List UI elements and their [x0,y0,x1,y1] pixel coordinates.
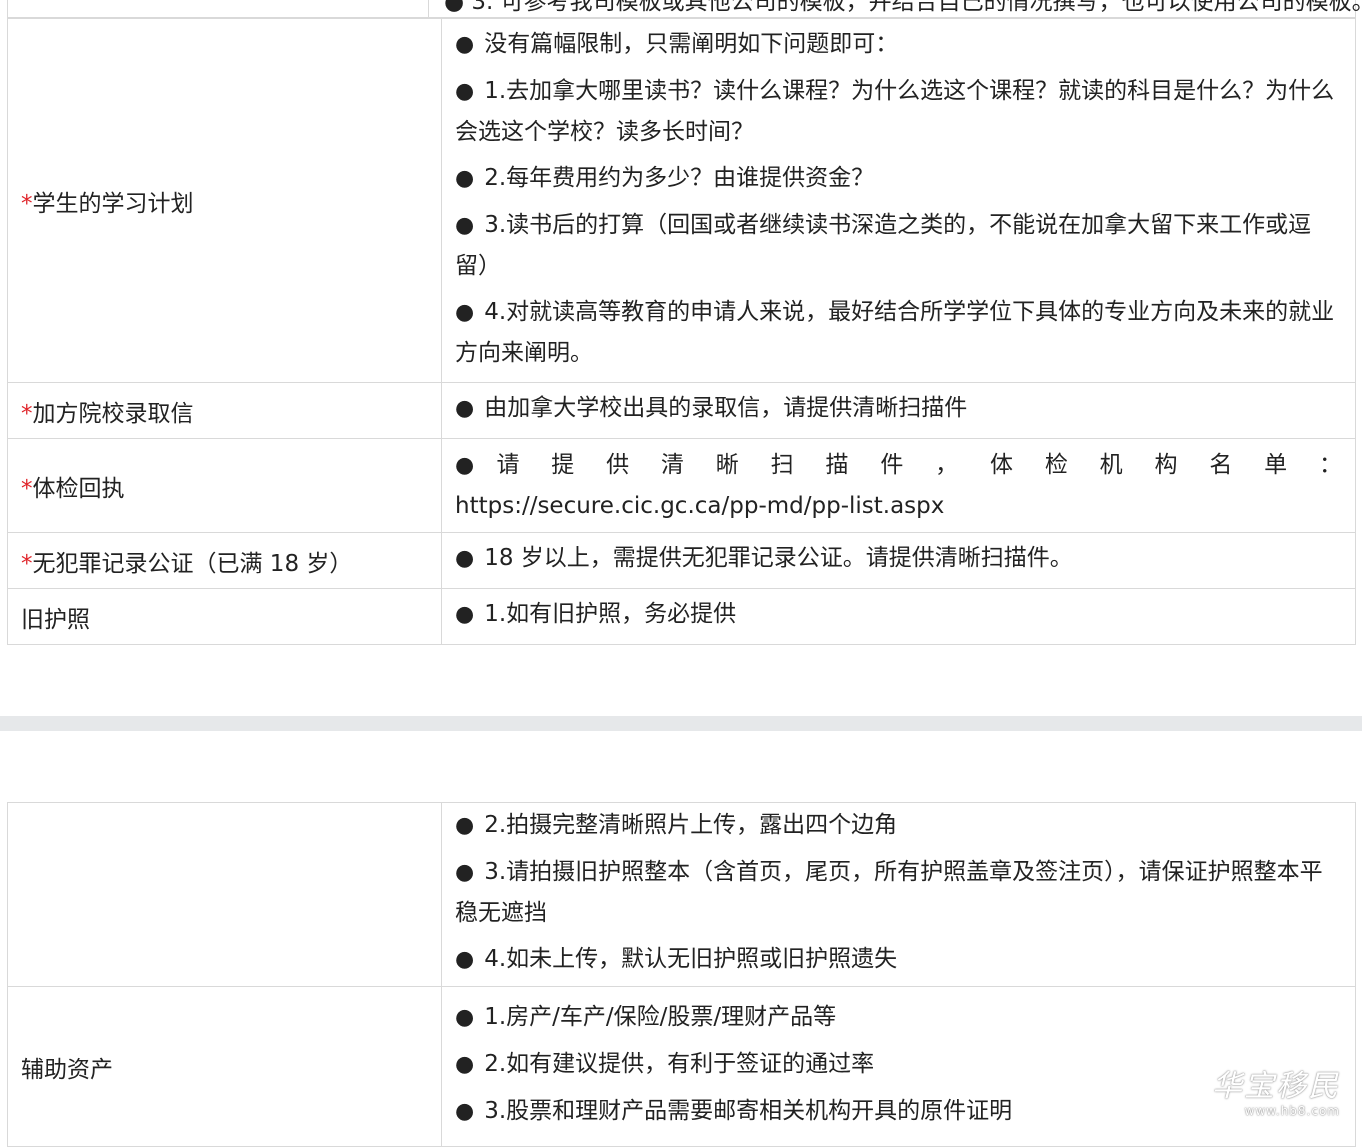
table-row: 辅助资产 ● 1.房产/车产/保险/股票/理财产品等 ● 2.如有建议提供，有利于签… [7,986,1356,1147]
list-item: ● 由加拿大学校出具的录取信，请提供清晰扫描件 [455,395,968,421]
row-label [7,802,442,987]
list-item: ● 3.读书后的打算（回国或者继续读书深造之类的，不能说在加拿大留下来工作或逗留） [455,212,1312,279]
row-content: ● 2.拍摄完整清晰照片上传，露出四个边角 ● 3.请拍摄旧护照整本（含首页，尾页，… [441,802,1356,987]
table-row: ● 2.拍摄完整清晰照片上传，露出四个边角 ● 3.请拍摄旧护照整本（含首页，尾页，… [7,802,1356,987]
watermark-url: www.hb8.com [1244,1104,1340,1118]
list-item: ● 请 提 供 清 晰 扫 描 件 ， 体 检 机 构 名 单 ： [455,452,1342,478]
row-label: 辅助资产 [7,986,442,1147]
row-label: *加方院校录取信 [7,382,442,439]
table-row: *无犯罪记录公证（已满 18 岁） ● 18 岁以上，需提供无犯罪记录公证。请提供… [7,532,1356,589]
label-text: 学生的学习计划 [32,190,194,217]
list-item: ● 3.股票和理财产品需要邮寄相关机构开具的原件证明 [455,1098,1013,1124]
section-divider [0,716,1362,731]
row-content: ● 没有篇幅限制，只需阐明如下问题即可： ● 1.去加拿大哪里读书？读什么课程？为什… [441,18,1356,383]
partial-top-text: ● 3. 可参考我司模板或其他公司的模板，并结合自己的情况撰写，也可以使用公司的… [444,0,1362,15]
list-item: ● 1.如有旧护照，务必提供 [455,601,737,627]
list-item: ● 18 岁以上，需提供无犯罪记录公证。请提供清晰扫描件。 [455,545,1073,571]
watermark-logo: 华宝移民 www.hb8.com [1212,1069,1340,1119]
row-content: ● 由加拿大学校出具的录取信，请提供清晰扫描件 [441,382,1356,439]
watermark-text: 华宝移民 [1212,1069,1340,1104]
requirements-table-2: ● 2.拍摄完整清晰照片上传，露出四个边角 ● 3.请拍摄旧护照整本（含首页，尾页，… [7,802,1356,1147]
row-content: ● 18 岁以上，需提供无犯罪记录公证。请提供清晰扫描件。 [441,532,1356,589]
row-content: ● 1.房产/车产/保险/股票/理财产品等 ● 2.如有建议提供，有利于签证的通过率… [441,986,1356,1147]
table-row: 旧护照 ● 1.如有旧护照，务必提供 [7,588,1356,645]
list-item: ● 1.去加拿大哪里读书？读什么课程？为什么选这个课程？就读的科目是什么？为什么会… [455,78,1335,145]
list-item: ● 2.如有建议提供，有利于签证的通过率 [455,1051,875,1077]
list-item: ● 2.拍摄完整清晰照片上传，露出四个边角 [455,812,898,838]
list-item: ● 2.每年费用约为多少？由谁提供资金？ [455,165,875,191]
requirements-table-1: *学生的学习计划 ● 没有篇幅限制，只需阐明如下问题即可： ● 1.去加拿大哪里读书… [7,18,1356,645]
partial-top-row: ● 3. 可参考我司模板或其他公司的模板，并结合自己的情况撰写，也可以使用公司的… [7,0,1362,18]
required-star: * [21,190,33,217]
list-item: ● 3.请拍摄旧护照整本（含首页，尾页，所有护照盖章及签注页），请保证护照整本平稳… [455,859,1323,926]
table-row: *体检回执 ● 请 提 供 清 晰 扫 描 件 ， 体 检 机 构 名 单 ： h… [7,438,1356,533]
table-row: *学生的学习计划 ● 没有篇幅限制，只需阐明如下问题即可： ● 1.去加拿大哪里读书… [7,18,1356,383]
list-item: ● 1.房产/车产/保险/股票/理财产品等 [455,1004,837,1030]
list-item: ● 4.如未上传，默认无旧护照或旧护照遗失 [455,946,898,972]
row-label: *无犯罪记录公证（已满 18 岁） [7,532,442,589]
cell-divider [428,0,429,17]
list-item: ● 4.对就读高等教育的申请人来说，最好结合所学学位下具体的专业方向及未来的就业方… [455,299,1335,366]
row-label: 旧护照 [7,588,442,645]
list-item: ● 没有篇幅限制，只需阐明如下问题即可： [455,31,899,57]
row-label: *体检回执 [7,438,442,533]
row-label: *学生的学习计划 [7,18,442,383]
row-content: ● 请 提 供 清 晰 扫 描 件 ， 体 检 机 构 名 单 ： https:/… [441,438,1356,533]
table-row: *加方院校录取信 ● 由加拿大学校出具的录取信，请提供清晰扫描件 [7,382,1356,439]
url-text: https://secure.cic.gc.ca/pp-md/pp-list.a… [455,493,945,519]
row-content: ● 1.如有旧护照，务必提供 [441,588,1356,645]
